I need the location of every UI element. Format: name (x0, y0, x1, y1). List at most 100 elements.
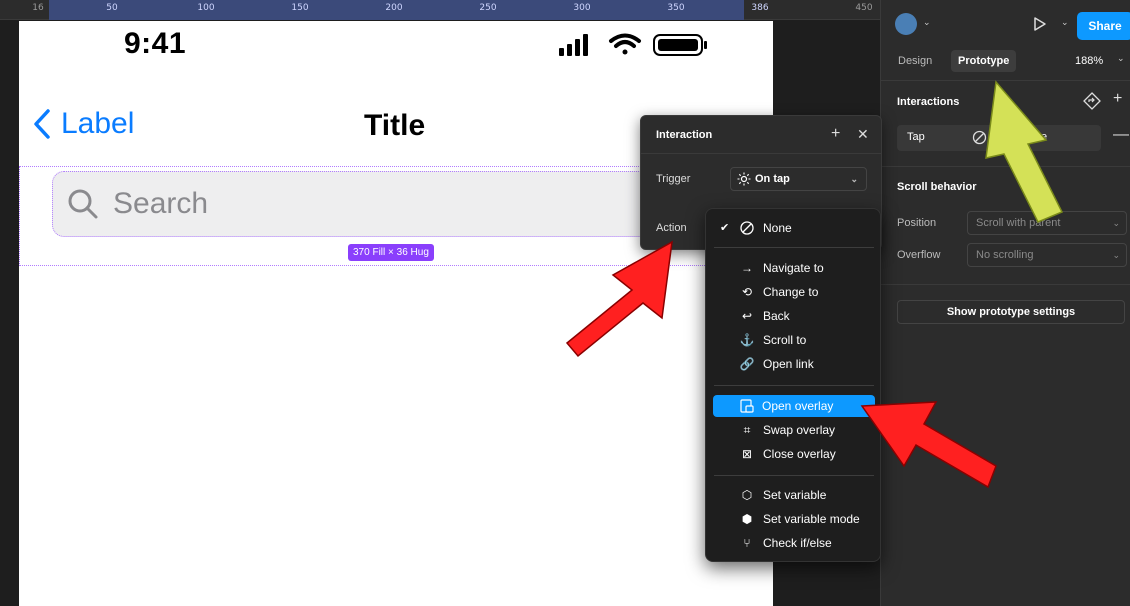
menu-item-label: Navigate to (763, 261, 824, 275)
variable-icon: ⬡ (741, 488, 753, 502)
position-select[interactable]: Scroll with parent ⌄ (967, 211, 1127, 235)
menu-item-scroll-to[interactable]: ⚓ Scroll to (714, 329, 874, 351)
menu-item-navigate-to[interactable]: → Navigate to (714, 257, 874, 279)
position-label: Position (897, 217, 937, 229)
menu-divider (714, 247, 874, 248)
overflow-label: Overflow (897, 249, 941, 261)
search-placeholder: Search (113, 187, 209, 220)
menu-item-none[interactable]: ✔ None (714, 217, 874, 239)
conditional-icon: ⑂ (743, 536, 751, 550)
chevron-down-icon: ⌄ (850, 174, 858, 184)
open-overlay-icon (740, 399, 754, 413)
ruler-tick: 300 (573, 3, 591, 13)
chevron-down-icon[interactable]: ⌄ (1117, 53, 1125, 64)
back-icon: ↩ (741, 309, 753, 323)
status-icons (559, 33, 707, 56)
menu-item-close-overlay[interactable]: ⊠ Close overlay (714, 443, 874, 465)
ruler-tick: 386 (751, 3, 769, 13)
add-interaction-button[interactable]: + (1113, 90, 1122, 108)
chevron-down-icon[interactable]: ⌄ (1061, 17, 1069, 28)
menu-item-label: None (763, 221, 792, 235)
menu-item-set-variable[interactable]: ⬡ Set variable (714, 484, 874, 506)
interactions-title: Interactions (897, 96, 960, 108)
action-dropdown-menu: ✔ None → Navigate to ⟲ Change to ↩ Back … (705, 208, 881, 562)
swap-overlay-icon: ⌗ (743, 423, 751, 437)
popup-title: Interaction (656, 129, 713, 141)
menu-item-change-to[interactable]: ⟲ Change to (714, 281, 874, 303)
menu-item-label: Scroll to (763, 333, 807, 347)
close-overlay-icon: ⊠ (741, 447, 753, 461)
menu-item-label: Open link (763, 357, 814, 371)
menu-item-check-if-else[interactable]: ⑂ Check if/else (714, 532, 874, 554)
ruler-tick: 350 (667, 3, 685, 13)
menu-item-swap-overlay[interactable]: ⌗ Swap overlay (714, 419, 874, 441)
variable-mode-icon: ⬢ (741, 512, 753, 526)
play-icon[interactable] (1033, 16, 1047, 32)
menu-item-label: Swap overlay (763, 423, 836, 437)
search-bar[interactable]: Search (52, 171, 712, 237)
link-icon: 🔗 (739, 357, 755, 371)
anchor-icon: ⚓ (739, 333, 755, 347)
none-icon (972, 130, 987, 145)
close-icon[interactable]: ✕ (857, 126, 869, 143)
add-icon[interactable]: + (831, 125, 840, 143)
overflow-select[interactable]: No scrolling ⌄ (967, 243, 1127, 267)
tab-prototype[interactable]: Prototype (951, 50, 1017, 72)
chevron-down-icon: ⌄ (1112, 250, 1120, 260)
tap-label: Tap (907, 131, 925, 143)
ruler-tick: 100 (197, 3, 215, 13)
horizontal-ruler: 16 50 100 150 200 250 300 350 386 450 (0, 0, 880, 20)
wifi-icon (609, 33, 641, 55)
back-label: Label (61, 107, 135, 140)
panel-tabs: Design Prototype 188% ⌄ (881, 50, 1130, 74)
divider (881, 80, 1130, 81)
arrow-right-icon: → (741, 261, 753, 275)
menu-item-label: Open overlay (762, 399, 834, 413)
ruler-tick: 450 (855, 3, 873, 13)
menu-item-label: Set variable mode (763, 512, 860, 526)
ruler-tick: 50 (106, 3, 118, 13)
scroll-behavior-title: Scroll behavior (897, 181, 977, 193)
avatar[interactable] (895, 13, 917, 35)
position-value: Scroll with parent (976, 217, 1061, 229)
menu-item-label: Back (763, 309, 790, 323)
ruler-tick: 200 (385, 3, 403, 13)
back-button[interactable]: Label (33, 107, 134, 141)
zoom-level[interactable]: 188% (1075, 55, 1103, 67)
menu-item-open-link[interactable]: 🔗 Open link (714, 353, 874, 375)
chevron-down-icon: ⌄ (1112, 218, 1120, 228)
panel-header: ⌄ ⌄ Share (881, 0, 1130, 48)
menu-item-label: Set variable (763, 488, 827, 502)
menu-item-back[interactable]: ↩ Back (714, 305, 874, 327)
menu-item-open-overlay[interactable]: Open overlay (713, 395, 875, 417)
menu-item-set-variable-mode[interactable]: ⬢ Set variable mode (714, 508, 874, 530)
interaction-value: e (1041, 131, 1048, 143)
remove-interaction-button[interactable]: — (1113, 126, 1129, 144)
menu-item-label: Change to (763, 285, 819, 299)
status-time: 9:41 (124, 27, 187, 60)
trigger-select[interactable]: On tap ⌄ (730, 167, 867, 191)
divider (641, 153, 881, 154)
share-button[interactable]: Share (1077, 12, 1130, 40)
battery-icon (653, 34, 707, 56)
dimension-badge: 370 Fill × 36 Hug (348, 244, 434, 261)
menu-divider (714, 475, 874, 476)
phone-frame[interactable]: 9:41 Label Title Search 370 Fill × 36 Hu… (19, 21, 773, 606)
menu-item-label: Close overlay (763, 447, 836, 461)
divider (881, 166, 1130, 167)
action-label: Action (656, 222, 687, 234)
trigger-label: Trigger (656, 173, 691, 185)
swap-icon: ⟲ (741, 285, 753, 299)
interaction-row[interactable]: Tap e (897, 125, 1101, 151)
ruler-tick: 150 (291, 3, 309, 13)
search-icon (68, 189, 98, 219)
checkmark-icon: ✔ (720, 222, 730, 234)
menu-divider (714, 385, 874, 386)
chevron-down-icon[interactable]: ⌄ (923, 17, 931, 28)
properties-panel: ⌄ ⌄ Share Design Prototype 188% ⌄ Intera… (880, 0, 1130, 606)
tab-design[interactable]: Design (891, 50, 939, 72)
ruler-tick: 16 (32, 3, 44, 13)
overflow-value: No scrolling (976, 249, 1034, 261)
show-prototype-settings-button[interactable]: Show prototype settings (897, 300, 1125, 324)
interaction-swap-icon[interactable] (1083, 92, 1101, 110)
